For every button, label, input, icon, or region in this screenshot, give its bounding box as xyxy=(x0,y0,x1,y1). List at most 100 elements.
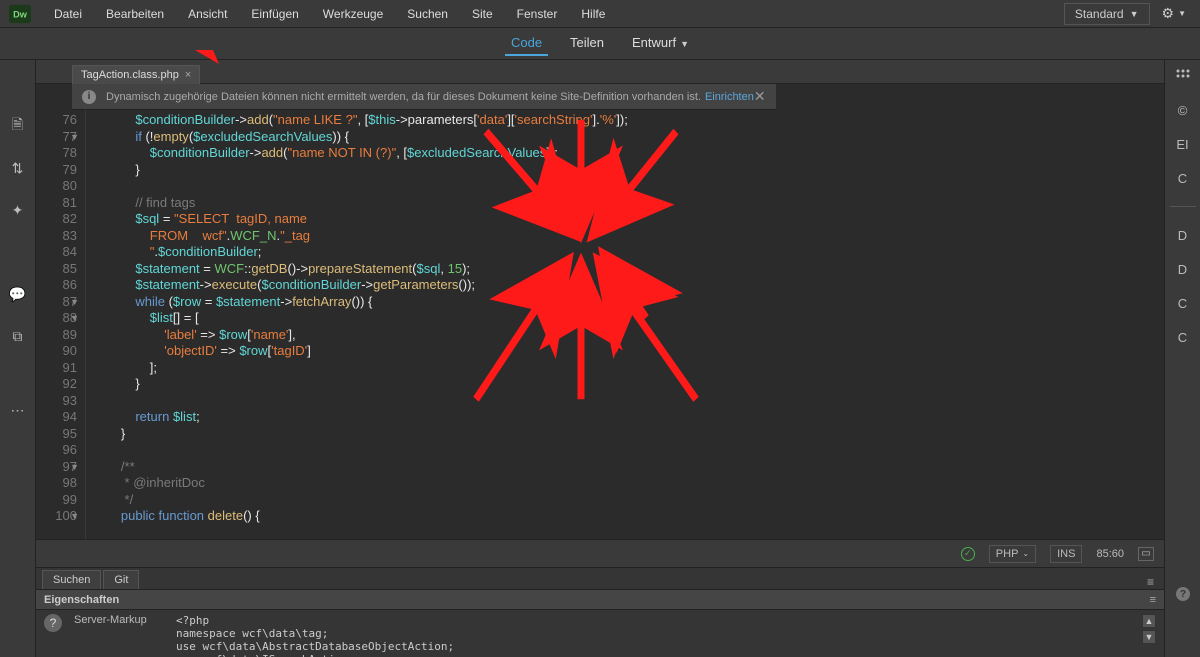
comment-icon[interactable]: 💬 xyxy=(8,284,28,304)
code-line[interactable]: $conditionBuilder->add("name LIKE ?", [$… xyxy=(92,112,1164,129)
bottom-panel: Suchen Git ≡ Eigenschaften ≡ ? ? Server-… xyxy=(36,567,1164,657)
line-number: 83 xyxy=(36,228,77,245)
assets-icon[interactable] xyxy=(1170,66,1196,86)
menu-ansicht[interactable]: Ansicht xyxy=(176,7,239,21)
fold-icon[interactable]: ▼ xyxy=(70,129,79,146)
chevron-down-icon: ▼ xyxy=(1178,9,1186,18)
help-icon[interactable]: ? xyxy=(1176,587,1190,601)
line-number: 78 xyxy=(36,145,77,162)
code-line[interactable]: if (!empty($excludedSearchValues)) { xyxy=(92,129,1164,146)
info-bar: i Dynamisch zugehörige Dateien können ni… xyxy=(72,84,776,110)
bottom-tabs: Suchen Git ≡ xyxy=(36,568,1164,590)
workspace-selector[interactable]: Standard ▼ xyxy=(1064,3,1150,25)
chevron-down-icon: ▼ xyxy=(680,39,689,49)
line-gutter: 7677▼78798081828384858687▼88▼89909192939… xyxy=(36,110,86,539)
file-tab-label: TagAction.class.php xyxy=(81,69,179,81)
code-line[interactable]: $list[] = [ xyxy=(92,310,1164,327)
css-icon[interactable]: C xyxy=(1170,168,1196,188)
cc-icon[interactable]: © xyxy=(1170,100,1196,120)
view-bar: Code Teilen Entwurf▼ xyxy=(0,28,1200,60)
line-number: 80 xyxy=(36,178,77,195)
wand-icon[interactable]: ✦ xyxy=(8,200,28,220)
fold-icon[interactable]: ▼ xyxy=(70,459,79,476)
line-number: 85 xyxy=(36,261,77,278)
view-tab-code[interactable]: Code xyxy=(505,31,548,56)
behaviors-icon[interactable]: C xyxy=(1170,327,1196,347)
code-line[interactable]: $statement = WCF::getDB()->prepareStatem… xyxy=(92,261,1164,278)
cursor-position: 85:60 xyxy=(1096,548,1124,560)
code-snippet: <?php namespace wcf\data\tag; use wcf\da… xyxy=(176,614,454,653)
code-line[interactable]: } xyxy=(92,426,1164,443)
fold-icon[interactable]: ▼ xyxy=(70,508,79,525)
code-line[interactable]: $sql = "SELECT tagID, name xyxy=(92,211,1164,228)
menu-site[interactable]: Site xyxy=(460,7,505,21)
panel-menu-icon[interactable]: ≡ xyxy=(1143,575,1158,589)
snippets-icon[interactable]: C xyxy=(1170,293,1196,313)
menubar: Dw DateiBearbeitenAnsichtEinfügenWerkzeu… xyxy=(0,0,1200,28)
code-line[interactable]: * @inheritDoc xyxy=(92,475,1164,492)
menu-einfügen[interactable]: Einfügen xyxy=(239,7,310,21)
code-line[interactable]: $statement->execute($conditionBuilder->g… xyxy=(92,277,1164,294)
code-line[interactable]: return $list; xyxy=(92,409,1164,426)
code-editor[interactable]: 7677▼78798081828384858687▼88▼89909192939… xyxy=(36,110,1164,539)
menu-fenster[interactable]: Fenster xyxy=(505,7,570,21)
tab-git[interactable]: Git xyxy=(103,570,139,589)
code-line[interactable]: } xyxy=(92,376,1164,393)
line-number: 77▼ xyxy=(36,129,77,146)
close-icon[interactable]: ✕ xyxy=(754,88,766,105)
line-number: 98 xyxy=(36,475,77,492)
code-line[interactable] xyxy=(92,178,1164,195)
language-selector[interactable]: PHP⌄ xyxy=(989,545,1036,563)
code-line[interactable]: } xyxy=(92,162,1164,179)
menu-bearbeiten[interactable]: Bearbeiten xyxy=(94,7,176,21)
close-icon[interactable]: × xyxy=(185,69,191,81)
code-line[interactable]: public function delete() { xyxy=(92,508,1164,525)
line-number: 95 xyxy=(36,426,77,443)
code-line[interactable]: ]; xyxy=(92,360,1164,377)
code-line[interactable]: FROM wcf".WCF_N."_tag xyxy=(92,228,1164,245)
fold-icon[interactable]: ▼ xyxy=(70,310,79,327)
settings-button[interactable]: ⚙ ▼ xyxy=(1162,5,1186,22)
view-tab-entwurf[interactable]: Entwurf▼ xyxy=(626,31,695,56)
panel-title: Eigenschaften xyxy=(44,594,119,606)
tab-search[interactable]: Suchen xyxy=(42,570,101,589)
code-line[interactable]: // find tags xyxy=(92,195,1164,212)
code-line[interactable]: while ($row = $statement->fetchArray()) … xyxy=(92,294,1164,311)
line-number: 86 xyxy=(36,277,77,294)
scroll-up-button[interactable]: ▲ xyxy=(1142,614,1156,628)
scroll-down-button[interactable]: ▼ xyxy=(1142,630,1156,644)
code-line[interactable]: 'label' => $row['name'], xyxy=(92,327,1164,344)
code-line[interactable]: */ xyxy=(92,492,1164,509)
collapse-icon[interactable]: ⧉ xyxy=(8,326,28,346)
menu-hilfe[interactable]: Hilfe xyxy=(569,7,617,21)
code-area[interactable]: $conditionBuilder->add("name LIKE ?", [$… xyxy=(86,110,1164,539)
code-line[interactable] xyxy=(92,442,1164,459)
panel-menu-icon[interactable]: ≡ xyxy=(1150,594,1156,606)
preview-button[interactable]: ▭ xyxy=(1138,547,1154,561)
updown-icon[interactable]: ⇅ xyxy=(8,158,28,178)
code-line[interactable] xyxy=(92,393,1164,410)
code-line[interactable]: $conditionBuilder->add("name NOT IN (?)"… xyxy=(92,145,1164,162)
view-tab-teilen[interactable]: Teilen xyxy=(564,31,610,56)
lint-ok-icon[interactable] xyxy=(961,547,975,561)
help-icon[interactable]: ? xyxy=(44,614,62,632)
code-line[interactable]: /** xyxy=(92,459,1164,476)
menu-datei[interactable]: Datei xyxy=(42,7,94,21)
code-line[interactable]: 'objectID' => $row['tagID'] xyxy=(92,343,1164,360)
left-tool-rail: 🗎 ⇅ ✦ 💬 ⧉ ⋯ xyxy=(0,60,36,657)
line-number: 88▼ xyxy=(36,310,77,327)
file-icon[interactable]: 🗎 xyxy=(8,116,28,136)
line-number: 81 xyxy=(36,195,77,212)
info-link[interactable]: Einrichten xyxy=(705,91,754,103)
file-tab[interactable]: TagAction.class.php × xyxy=(72,65,200,84)
files-icon[interactable]: D xyxy=(1170,259,1196,279)
insert-icon[interactable]: EI xyxy=(1170,134,1196,154)
dom-icon[interactable]: D xyxy=(1170,225,1196,245)
menu-suchen[interactable]: Suchen xyxy=(395,7,460,21)
code-line[interactable]: ".$conditionBuilder; xyxy=(92,244,1164,261)
fold-icon[interactable]: ▼ xyxy=(70,294,79,311)
info-text: Dynamisch zugehörige Dateien können nich… xyxy=(106,91,701,103)
insert-mode[interactable]: INS xyxy=(1050,545,1082,563)
more-icon[interactable]: ⋯ xyxy=(8,400,28,420)
menu-werkzeuge[interactable]: Werkzeuge xyxy=(311,7,395,21)
